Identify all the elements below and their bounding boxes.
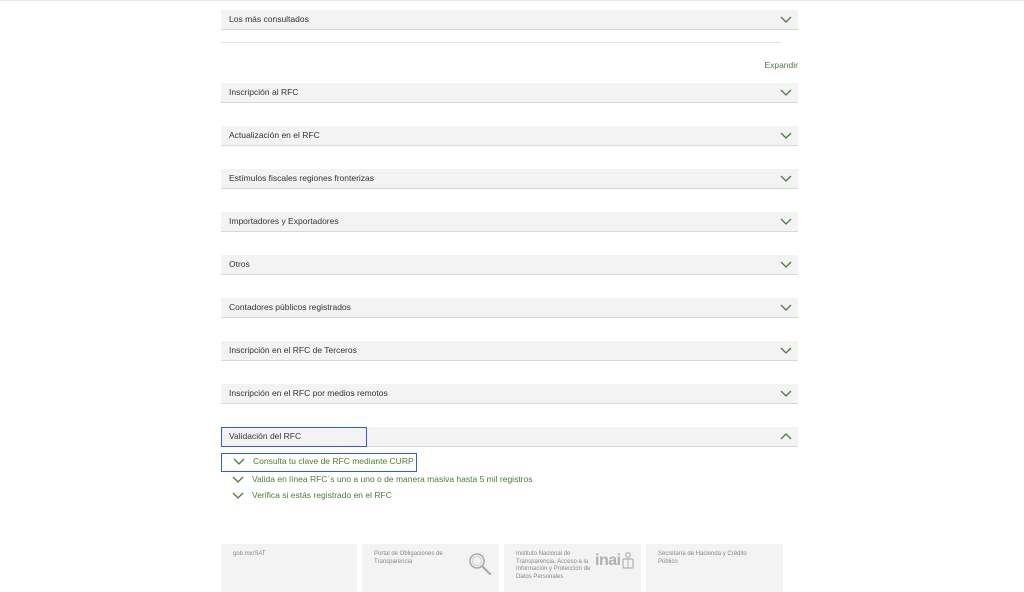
chevron-up-icon: [780, 433, 792, 440]
inai-person-icon: [622, 552, 634, 569]
accordion-contadores-publicos[interactable]: Contadores públicos registrados: [221, 298, 798, 318]
footer-inai-text: Instituto Nacional de Transparencia, Acc…: [516, 551, 591, 580]
list-item-link[interactable]: Consulta tu clave de RFC mediante CURP: [253, 456, 414, 466]
chevron-down-icon: [780, 304, 792, 311]
accordion-label: Los más consultados: [229, 14, 309, 24]
accordion-inscripcion-terceros[interactable]: Inscripción en el RFC de Terceros: [221, 341, 798, 361]
accordion-label: Estímulos fiscales regiones fronterizas: [229, 173, 375, 183]
chevron-down-icon: [780, 347, 792, 354]
accordion-label: Importadores y Exportadores: [229, 216, 339, 226]
chevron-down-icon: [233, 458, 245, 465]
footer-portal-link[interactable]: Portal de Obligaciones de Transparencia: [374, 551, 456, 566]
chevron-down-icon: [780, 218, 792, 225]
chevron-down-icon: [780, 261, 792, 268]
accordion-label: Actualización en el RFC: [229, 130, 320, 140]
accordion-importadores-exportadores[interactable]: Importadores y Exportadores: [221, 212, 798, 232]
footer-tile-gob[interactable]: gob.mx/SAT: [221, 544, 357, 592]
footer-tile-inai[interactable]: Instituto Nacional de Transparencia, Acc…: [504, 544, 641, 592]
accordion-label: Inscripción en el RFC por medios remotos: [229, 388, 388, 398]
top-divider: [0, 0, 1024, 1]
list-item-link[interactable]: Verifica si estás registrado en el RFC: [252, 490, 392, 500]
magnifier-icon: [469, 553, 492, 576]
chevron-down-icon: [780, 175, 792, 182]
footer-tile-shcp[interactable]: Secretaría de Hacienda y Crédito Público: [646, 544, 783, 592]
accordion-estimulos-fiscales[interactable]: Estímulos fiscales regiones fronterizas: [221, 169, 798, 189]
accordion-los-mas-consultados[interactable]: Los más consultados: [221, 10, 798, 30]
chevron-down-icon: [780, 132, 792, 139]
chevron-down-icon: [232, 492, 244, 499]
accordion-label: Inscripción en el RFC de Terceros: [229, 345, 357, 355]
list-item-consulta-curp[interactable]: Consulta tu clave de RFC mediante CURP: [221, 453, 417, 472]
chevron-down-icon: [232, 476, 244, 483]
expand-all-link[interactable]: Expandir: [764, 60, 798, 70]
accordion-validacion-rfc[interactable]: Validación del RFC: [221, 427, 798, 447]
accordion-otros[interactable]: Otros: [221, 255, 798, 275]
list-item-link[interactable]: Valida en línea RFC´s uno a uno o de man…: [252, 474, 532, 484]
chevron-down-icon: [780, 16, 792, 23]
accordion-inscripcion-rfc[interactable]: Inscripción al RFC: [221, 83, 798, 103]
accordion-label: Inscripción al RFC: [229, 87, 299, 97]
inai-logo: inai: [595, 552, 621, 569]
footer-shcp-link[interactable]: Secretaría de Hacienda y Crédito Público: [658, 551, 748, 566]
accordion-label: Contadores públicos registrados: [229, 302, 351, 312]
accordion-label: Otros: [229, 259, 250, 269]
footer-gob-link[interactable]: gob.mx/SAT: [233, 551, 266, 559]
accordion-inscripcion-remotos[interactable]: Inscripción en el RFC por medios remotos: [221, 384, 798, 404]
accordion-label: Validación del RFC: [229, 431, 302, 441]
chevron-down-icon: [780, 390, 792, 397]
divider: [221, 42, 781, 43]
footer-tile-portal[interactable]: Portal de Obligaciones de Transparencia: [362, 544, 499, 592]
chevron-down-icon: [780, 89, 792, 96]
accordion-actualizacion-rfc[interactable]: Actualización en el RFC: [221, 126, 798, 146]
